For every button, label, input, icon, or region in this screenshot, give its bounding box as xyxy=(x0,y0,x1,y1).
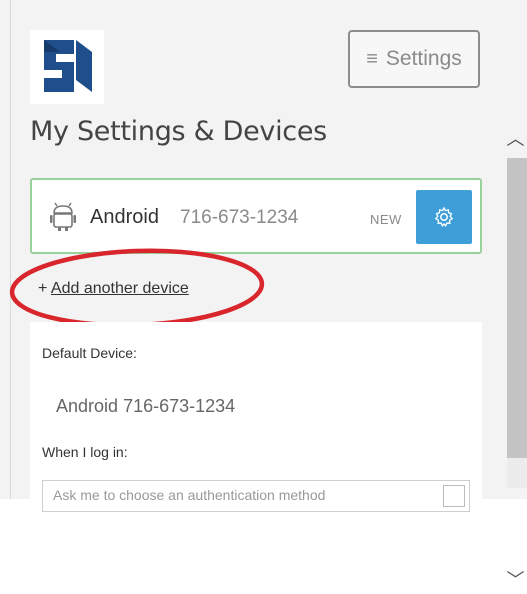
panel-border xyxy=(10,0,11,499)
device-name: Android xyxy=(90,206,159,228)
add-device-prefix: + xyxy=(38,280,48,297)
chevron-down-icon xyxy=(443,485,465,507)
scroll-down-icon[interactable]: ﹀ xyxy=(504,564,527,594)
gear-icon xyxy=(434,206,454,227)
device-settings-button[interactable] xyxy=(416,190,472,244)
app-frame: ≡ Settings My Settings & Devices ︿ ﹀ And… xyxy=(0,0,527,590)
scroll-thumb[interactable] xyxy=(507,158,527,458)
add-device-link[interactable]: + Add another device xyxy=(38,280,189,298)
android-icon xyxy=(50,202,76,232)
default-device-name: Android xyxy=(56,396,119,416)
hamburger-icon: ≡ xyxy=(366,47,378,70)
login-option-value: Ask me to choose an authentication metho… xyxy=(53,487,326,503)
login-option-select[interactable]: Ask me to choose an authentication metho… xyxy=(42,480,470,512)
login-option-label: When I log in: xyxy=(42,444,128,460)
device-settings-panel: Default Device: Android 716-673-1234 Whe… xyxy=(30,322,482,512)
page-title: My Settings & Devices xyxy=(30,116,327,147)
new-badge: NEW xyxy=(370,212,402,227)
device-card[interactable]: Android 716-673-1234 NEW xyxy=(30,178,482,254)
device-number: 716-673-1234 xyxy=(180,207,299,228)
scroll-up-icon[interactable]: ︿ xyxy=(504,118,527,158)
default-device-value[interactable]: Android 716-673-1234 xyxy=(56,396,235,417)
duo-logo-icon xyxy=(30,30,104,104)
scrollbar[interactable]: ︿ ﹀ xyxy=(504,118,527,590)
settings-button-label: Settings xyxy=(385,47,462,70)
settings-button[interactable]: ≡ Settings xyxy=(348,30,480,88)
default-device-number: 716-673-1234 xyxy=(123,396,236,416)
default-device-label: Default Device: xyxy=(42,345,137,361)
add-device-label[interactable]: Add another device xyxy=(51,280,189,297)
